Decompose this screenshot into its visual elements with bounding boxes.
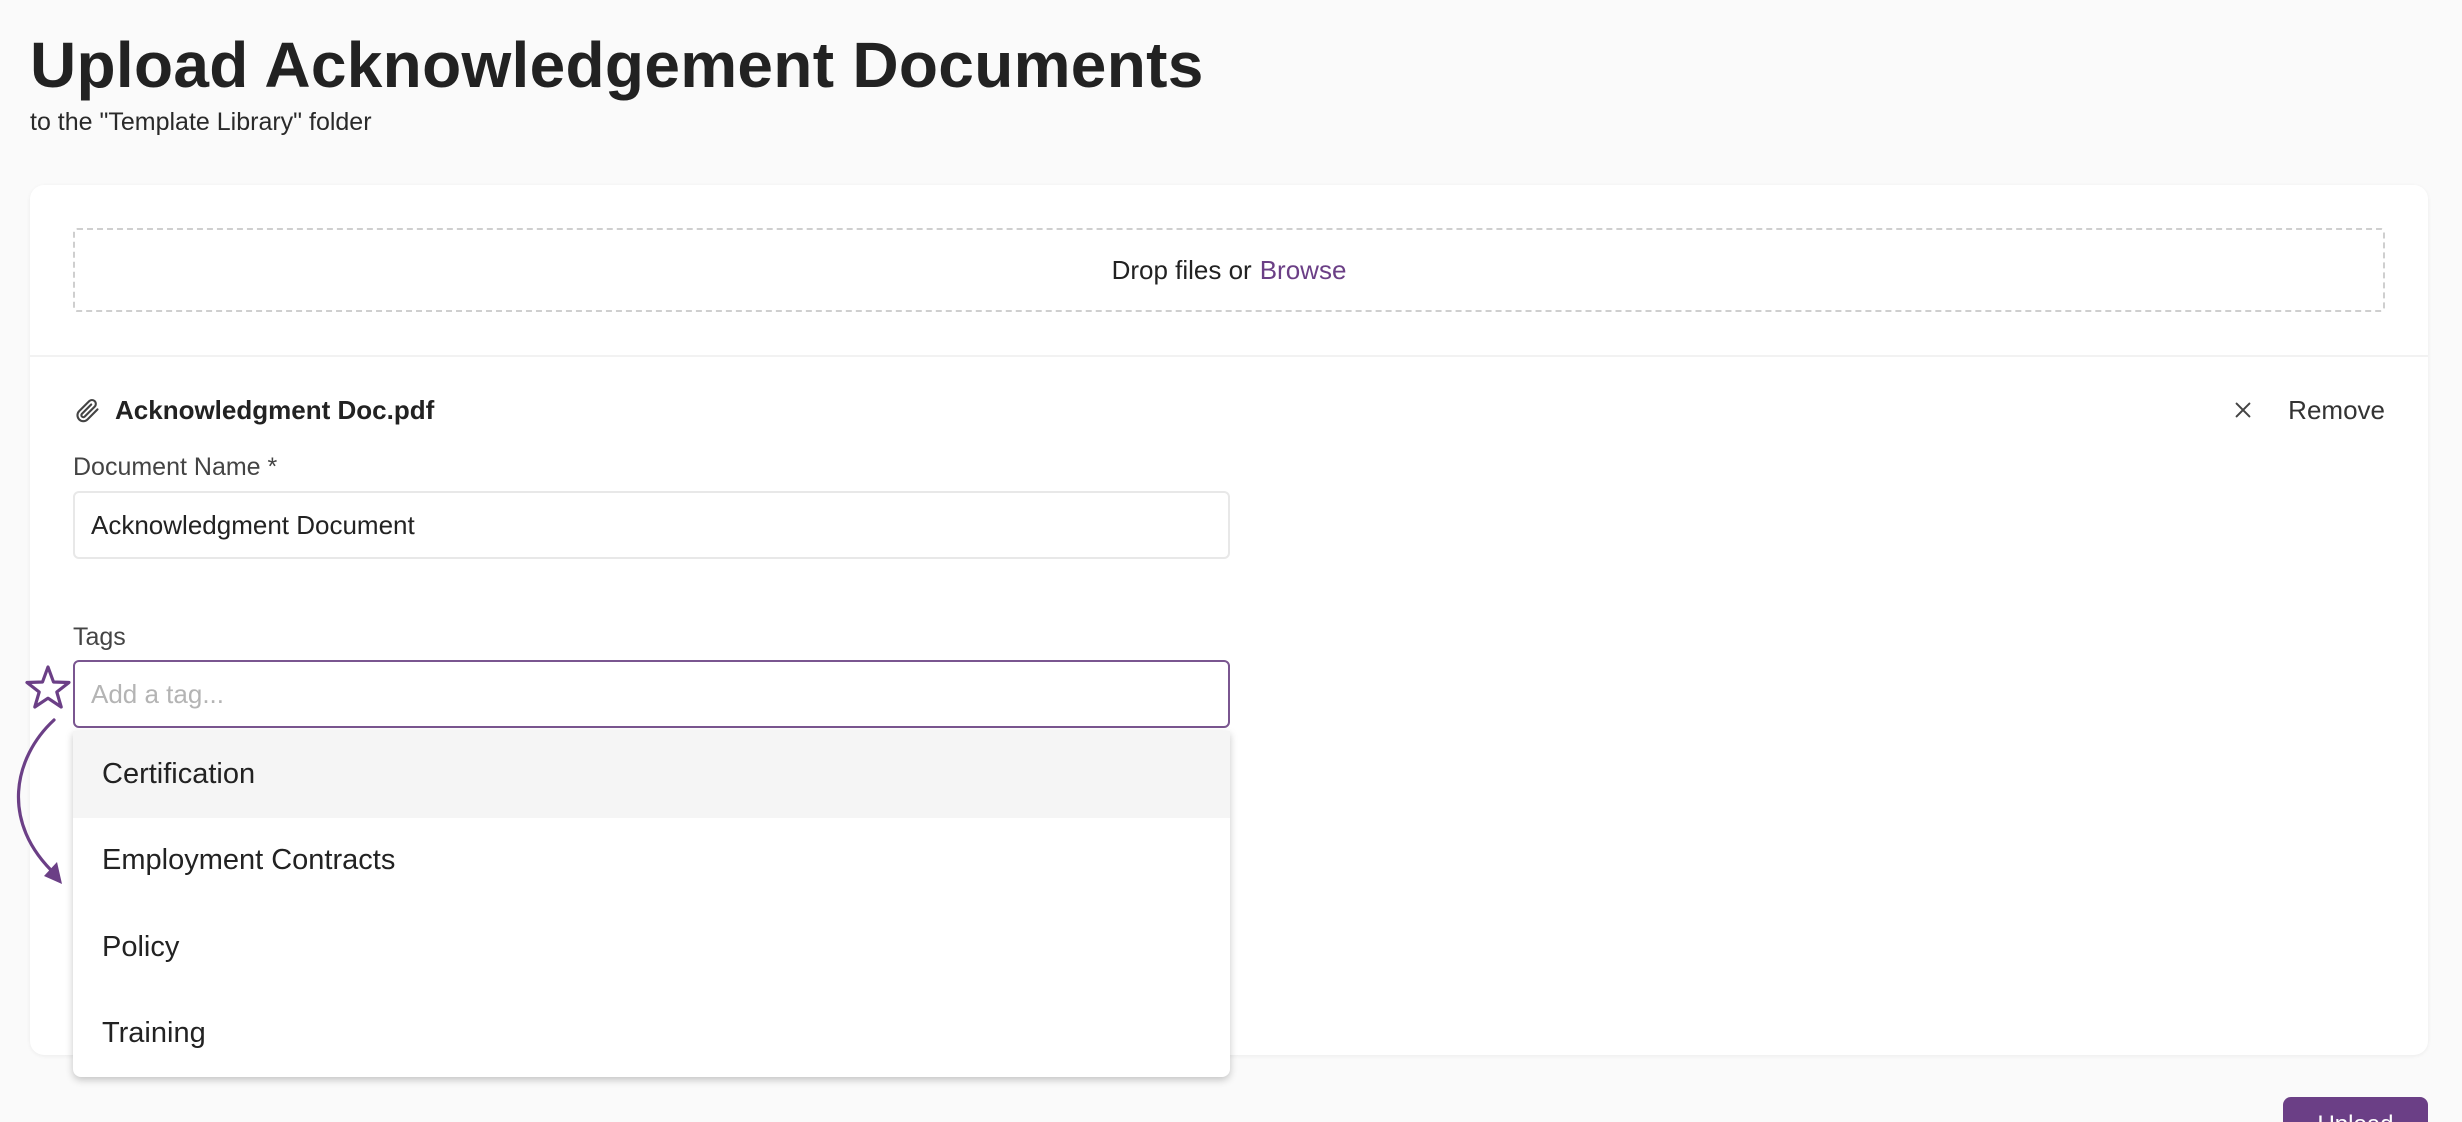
close-icon [2235, 402, 2251, 418]
upload-page: Upload Acknowledgement Documents to the … [0, 0, 2462, 1122]
paperclip-icon [76, 398, 99, 423]
tags-dropdown: Certification Employment Contracts Polic… [73, 731, 1230, 1077]
star-icon [25, 665, 71, 709]
page-subtitle: to the "Template Library" folder [30, 108, 372, 136]
document-name-label: Document Name * [73, 453, 278, 481]
curved-arrow-icon [16, 718, 62, 884]
uploaded-file-row: Acknowledgment Doc.pdf Remove [73, 390, 2385, 430]
divider [30, 355, 2428, 357]
browse-link[interactable]: Browse [1260, 255, 1347, 286]
tags-input[interactable] [73, 660, 1230, 728]
tag-option-employment-contracts[interactable]: Employment Contracts [73, 818, 1230, 905]
dropzone-text: Drop files or [1111, 254, 1252, 285]
page-title: Upload Acknowledgement Documents [30, 29, 1204, 101]
file-name: Acknowledgment Doc.pdf [115, 394, 435, 425]
file-dropzone[interactable]: Drop files or Browse [73, 228, 2385, 312]
document-name-input[interactable] [73, 491, 1230, 559]
tags-label: Tags [73, 623, 126, 651]
tag-option-training[interactable]: Training [73, 991, 1230, 1078]
tag-option-policy[interactable]: Policy [73, 904, 1230, 991]
remove-button[interactable]: Remove [2232, 390, 2385, 430]
upload-button[interactable]: Upload [2283, 1097, 2428, 1122]
remove-label: Remove [2288, 394, 2385, 425]
tag-option-certification[interactable]: Certification [73, 731, 1230, 818]
